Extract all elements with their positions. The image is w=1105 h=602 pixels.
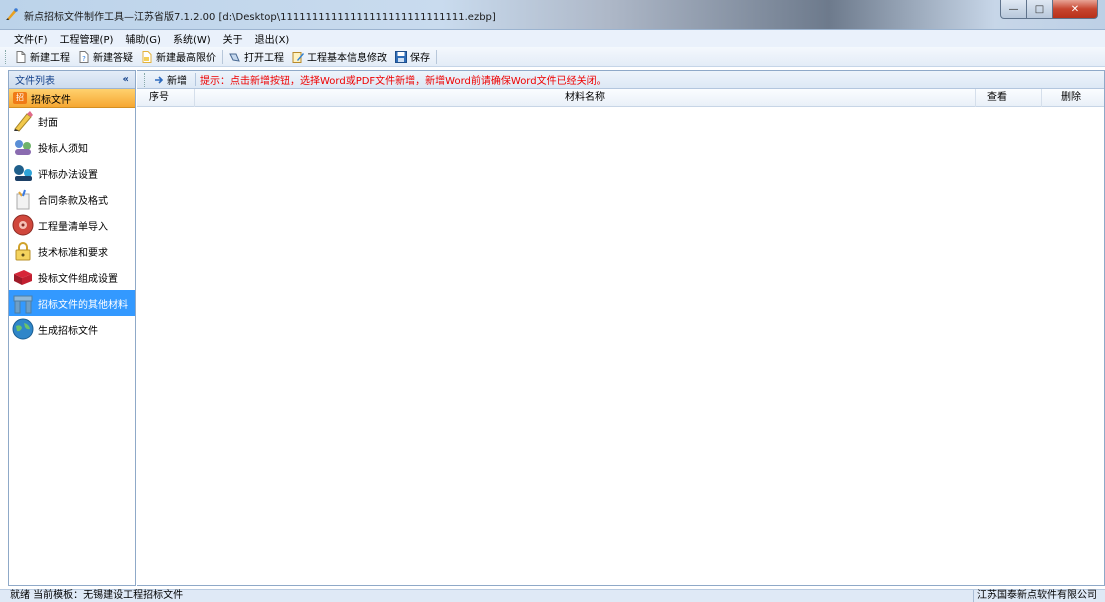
add-button[interactable]: 新增 <box>150 72 191 87</box>
file-list-header: 文件列表 « <box>9 71 135 89</box>
group-tender-doc[interactable]: 招 招标文件 <box>9 89 135 108</box>
hint-text: 提示：点击新增按钮，选择Word或PDF文件新增，新增Word前请确保Word文… <box>200 76 607 87</box>
toolbar-separator <box>222 49 223 64</box>
materials-panel: 新增 提示：点击新增按钮，选择Word或PDF文件新增，新增Word前请确保Wo… <box>137 70 1105 586</box>
materials-table-header: 序号 材料名称 查看 删除 <box>137 89 1104 107</box>
sidebar-item-label: 工程量清单导入 <box>38 221 108 233</box>
book-icon <box>14 270 32 285</box>
edit-info-button[interactable]: 工程基本信息修改 <box>288 48 391 66</box>
sidebar-item-cover[interactable]: 封面 <box>9 108 135 134</box>
column-header-index[interactable]: 序号 <box>137 89 195 107</box>
svg-text:?: ? <box>82 55 86 63</box>
globe-icon <box>12 318 34 340</box>
sidebar-item-label: 技术标准和要求 <box>38 247 108 259</box>
lock-icon <box>15 242 31 261</box>
file-list-panel: 文件列表 « 招 招标文件 封面 投标人须知 评标办法设置 合同条款及格式 工程… <box>8 70 136 586</box>
group-label: 招标文件 <box>31 94 71 106</box>
toolbar-separator <box>195 73 196 86</box>
sidebar-item-label: 投标文件组成设置 <box>38 273 118 285</box>
sidebar-item-evaluation[interactable]: 评标办法设置 <box>9 160 135 186</box>
column-header-view[interactable]: 查看 <box>976 89 1042 107</box>
menu-system[interactable]: 系统(W) <box>167 31 217 46</box>
edit-icon <box>292 51 304 63</box>
window-title: 新点招标文件制作工具—江苏省版7.1.2.00 [d:\Desktop\1111… <box>24 12 496 23</box>
menu-bar: 文件(F) 工程管理(P) 辅助(G) 系统(W) 关于 退出(X) <box>0 30 1105 47</box>
qa-file-icon: ? <box>79 50 89 63</box>
sidebar-item-generate[interactable]: 生成招标文件 <box>9 316 135 342</box>
open-project-button[interactable]: 打开工程 <box>225 48 288 66</box>
toolbar-grip[interactable] <box>144 72 147 87</box>
save-button[interactable]: 保存 <box>391 48 434 66</box>
title-bar: 新点招标文件制作工具—江苏省版7.1.2.00 [d:\Desktop\1111… <box>0 0 1105 30</box>
collapse-icon[interactable]: « <box>123 74 129 85</box>
status-left-text: 就绪 当前模板：无锡建设工程招标文件 <box>10 590 184 601</box>
new-project-button[interactable]: 新建工程 <box>11 48 74 66</box>
save-icon <box>395 50 407 63</box>
column-header-delete[interactable]: 删除 <box>1042 89 1105 107</box>
toolbar: 新建工程 ? 新建答疑 新建最高限价 打开工程 工程基本信息修改 保存 <box>0 47 1105 67</box>
app-icon <box>6 8 18 20</box>
new-qa-button[interactable]: ? 新建答疑 <box>74 48 137 66</box>
save-label: 保存 <box>410 53 430 64</box>
menu-project[interactable]: 工程管理(P) <box>54 31 120 46</box>
minimize-button[interactable]: — <box>1000 0 1027 19</box>
new-max-price-label: 新建最高限价 <box>156 53 216 64</box>
disc-icon <box>12 214 34 236</box>
sidebar-item-label: 合同条款及格式 <box>38 195 108 207</box>
toolbar-separator <box>436 49 437 64</box>
menu-exit[interactable]: 退出(X) <box>249 31 296 46</box>
sidebar-item-other-materials[interactable]: 招标文件的其他材料 <box>9 290 135 316</box>
materials-toolbar: 新增 提示：点击新增按钮，选择Word或PDF文件新增，新增Word前请确保Wo… <box>137 71 1104 89</box>
document-icon <box>16 189 30 210</box>
sidebar-item-label: 生成招标文件 <box>38 325 98 337</box>
new-project-label: 新建工程 <box>30 53 70 64</box>
sidebar-item-bid-composition[interactable]: 投标文件组成设置 <box>9 264 135 290</box>
new-file-icon <box>16 50 26 63</box>
pencil-icon <box>14 111 33 132</box>
sidebar-item-bill-import[interactable]: 工程量清单导入 <box>9 212 135 238</box>
status-bar: 就绪 当前模板：无锡建设工程招标文件 江苏国泰新点软件有限公司 <box>0 589 1105 602</box>
sidebar-item-label: 招标文件的其他材料 <box>38 299 128 311</box>
sidebar-item-label: 评标办法设置 <box>38 169 98 181</box>
sidebar-item-tech-standards[interactable]: 技术标准和要求 <box>9 238 135 264</box>
people-icon <box>15 140 31 155</box>
tender-group-icon: 招 <box>13 92 27 104</box>
maximize-button[interactable]: □ <box>1027 0 1053 19</box>
file-list-title: 文件列表 <box>15 76 55 87</box>
menu-about[interactable]: 关于 <box>217 31 249 46</box>
open-folder-icon <box>229 53 240 62</box>
add-label: 新增 <box>167 76 187 87</box>
sidebar-item-bidder-notice[interactable]: 投标人须知 <box>9 134 135 160</box>
close-button[interactable]: ✕ <box>1053 0 1098 19</box>
sidebar-item-contract[interactable]: 合同条款及格式 <box>9 186 135 212</box>
menu-assist[interactable]: 辅助(G) <box>119 31 167 46</box>
sidebar-item-label: 投标人须知 <box>38 143 88 155</box>
open-project-label: 打开工程 <box>244 53 284 64</box>
add-arrow-icon <box>155 75 164 84</box>
menu-file[interactable]: 文件(F) <box>8 31 54 46</box>
column-header-name[interactable]: 材料名称 <box>195 89 976 107</box>
price-file-icon <box>142 50 152 63</box>
new-qa-label: 新建答疑 <box>93 53 133 64</box>
status-company: 江苏国泰新点软件有限公司 <box>973 590 1097 602</box>
folder-icon <box>13 295 33 314</box>
edit-info-label: 工程基本信息修改 <box>307 53 387 64</box>
reviewers-icon <box>14 165 32 181</box>
sidebar-item-label: 封面 <box>38 117 58 129</box>
toolbar-grip[interactable] <box>5 49 8 64</box>
new-max-price-button[interactable]: 新建最高限价 <box>137 48 220 66</box>
